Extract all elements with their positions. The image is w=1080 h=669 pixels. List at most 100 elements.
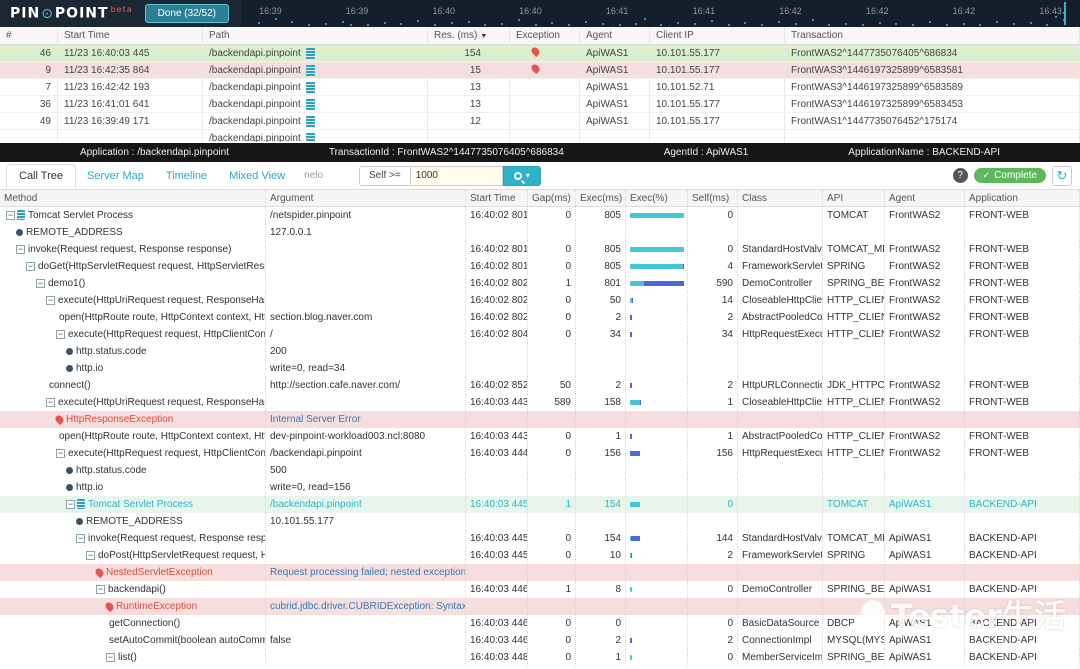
calltree-row[interactable]: −http.io write=0, read=34 [0,360,1080,377]
scatter-dot[interactable] [828,24,830,26]
tree-row-icon[interactable]: − [66,365,73,372]
col-num[interactable]: # [0,27,58,44]
scatter-dot[interactable] [635,23,637,25]
calltree-row[interactable]: −execute(HttpUriRequest request, Respons… [0,292,1080,309]
scatter-dot[interactable] [275,18,277,20]
calltree-row[interactable]: −execute(HttpRequest request, HttpClient… [0,445,1080,462]
col-path[interactable]: Path [203,27,428,44]
done-button[interactable]: Done (32/52) [145,4,229,23]
tree-row-icon[interactable]: − [46,398,55,407]
col-argument[interactable]: Argument [266,190,466,206]
scatter-dot[interactable] [929,21,931,23]
tree-row-icon[interactable]: − [66,484,73,491]
calltree-row[interactable]: −open(HttpRoute route, HttpContext conte… [0,309,1080,326]
calltree-row[interactable]: −RuntimeException cubrid.jdbc.driver.CUB… [0,598,1080,615]
scatter-dot[interactable] [912,24,914,26]
scatter-dot[interactable] [728,24,730,26]
calltree-row[interactable]: −getConnection() 16:40:03 446 0 0 0 Basi… [0,615,1080,632]
self-threshold-input[interactable] [411,166,503,186]
scatter-dot[interactable] [619,24,621,26]
collapse-expander-icon[interactable]: − [46,398,55,407]
collapse-expander-icon[interactable]: − [16,245,25,254]
tree-row-icon[interactable]: − [26,262,35,271]
calltree-row[interactable]: −doGet(HttpServletRequest request, HttpS… [0,258,1080,275]
copy-path-icon[interactable] [306,82,315,93]
col-exec[interactable]: Exec(ms) [576,190,626,206]
collapse-expander-icon[interactable]: − [26,262,35,271]
scatter-dot[interactable] [895,23,897,25]
scatter-dot[interactable] [1013,23,1015,25]
tree-row-icon[interactable]: − [36,279,45,288]
scatter-dot[interactable] [602,23,604,25]
scatter-dot[interactable] [400,23,402,25]
calltree-row[interactable]: −http.status.code 500 [0,462,1080,479]
scatter-plot[interactable]: 16:3916:3916:4016:4016:4116:4116:4216:42… [241,0,1080,27]
calltree-row[interactable]: −backendapi() 16:40:03 446 1 8 0 DemoCon… [0,581,1080,598]
scatter-dot[interactable] [963,23,965,25]
collapse-expander-icon[interactable]: − [106,653,115,662]
tree-row-icon[interactable]: − [86,551,95,560]
scatter-dot[interactable] [350,24,352,26]
calltree-row[interactable]: −REMOTE_ADDRESS 10.101.55.177 [0,513,1080,530]
scatter-dot[interactable] [812,19,814,21]
col-start-time[interactable]: Start Time [58,27,203,44]
col-api[interactable]: API [823,190,885,206]
collapse-expander-icon[interactable]: − [36,279,45,288]
calltree-row[interactable]: −setAutoCommit(boolean autoCommitFlag) f… [0,632,1080,649]
refresh-button[interactable]: ↻ [1052,166,1072,186]
scatter-dot[interactable] [384,22,386,24]
calltree-row[interactable]: −invoke(Request request, Response respon… [0,241,1080,258]
scatter-dot[interactable] [535,24,537,26]
tree-row-icon[interactable]: − [46,296,55,305]
scatter-dot[interactable] [468,21,470,23]
scatter-dot[interactable] [795,23,797,25]
scatter-dot[interactable] [551,22,553,24]
collapse-expander-icon[interactable]: − [6,211,15,220]
scatter-dot[interactable] [744,22,746,24]
col-client-ip[interactable]: Client IP [650,27,785,44]
col-res[interactable]: Res. (ms)▼ [428,27,510,44]
tree-row-icon[interactable]: − [96,585,105,594]
scatter-dot[interactable] [946,24,948,26]
col-start-time[interactable]: Start Time [466,190,528,206]
calltree-row[interactable]: −http.io write=0, read=156 [0,479,1080,496]
scatter-dot[interactable] [325,23,327,25]
transaction-row[interactable]: 9 11/23 16:42:35 864 /backendapi.pinpoin… [0,62,1080,79]
scatter-dot[interactable] [434,24,436,26]
scatter-dot[interactable] [996,21,998,23]
tree-row-icon[interactable]: − [76,518,83,525]
tree-row-icon[interactable]: − [106,602,113,611]
help-icon[interactable]: ? [953,168,968,183]
tree-row-icon[interactable]: − [66,467,73,474]
tab-mixed-view[interactable]: Mixed View [229,170,285,182]
scatter-dot[interactable] [862,24,864,26]
tree-row-icon[interactable]: − [106,653,115,662]
nelo-link[interactable]: nelo [304,170,323,181]
calltree-row[interactable]: −doPost(HttpServletRequest request, Http… [0,547,1080,564]
scatter-dot[interactable] [845,23,847,25]
tree-row-icon[interactable]: − [56,330,65,339]
copy-path-icon[interactable] [306,48,315,59]
calltree-row[interactable]: −HttpResponseException Internal Server E… [0,411,1080,428]
calltree-row[interactable]: −execute(HttpRequest request, HttpClient… [0,326,1080,343]
col-class[interactable]: Class [738,190,823,206]
scatter-dot[interactable] [1055,16,1057,18]
calltree-row[interactable]: −execute(HttpUriRequest request, Respons… [0,394,1080,411]
scatter-dot[interactable] [677,22,679,24]
collapse-expander-icon[interactable]: − [56,330,65,339]
tree-row-icon[interactable]: − [76,534,85,543]
tree-row-icon[interactable]: − [56,415,63,424]
calltree-row[interactable]: −invoke(Request request, Response respon… [0,530,1080,547]
self-filter-dropdown[interactable]: Self >= [359,166,411,186]
tree-row-icon[interactable]: − [16,229,23,236]
tree-row-icon[interactable]: − [56,449,65,458]
col-exception[interactable]: Exception [510,27,580,44]
scatter-dot[interactable] [585,21,587,23]
calltree-row[interactable]: −list() 16:40:03 448 0 1 0 MemberService… [0,649,1080,666]
scatter-dot[interactable] [258,22,260,24]
scatter-dot[interactable] [979,24,981,26]
collapse-expander-icon[interactable]: − [46,296,55,305]
scatter-dot[interactable] [711,20,713,22]
calltree-row[interactable]: −http.status.code 200 [0,343,1080,360]
col-self[interactable]: Self(ms) [688,190,738,206]
